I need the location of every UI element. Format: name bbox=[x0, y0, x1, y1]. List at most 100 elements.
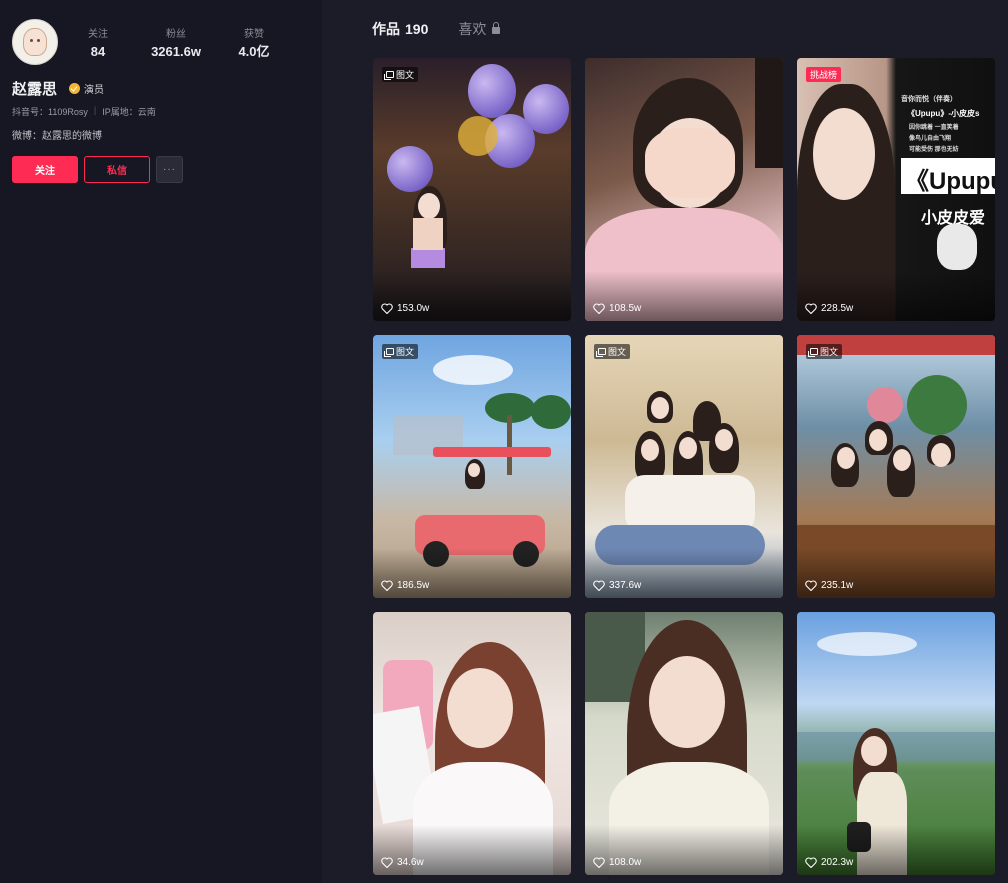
face-shape bbox=[447, 668, 513, 748]
face-shape bbox=[715, 429, 733, 451]
face-shape bbox=[679, 437, 697, 459]
weibo-link[interactable]: 微博：赵露思的微博 bbox=[12, 127, 102, 142]
hands-shape bbox=[645, 128, 735, 198]
post-card[interactable]: 图文 153.0w bbox=[373, 58, 571, 321]
gallery-icon bbox=[384, 348, 394, 357]
overlay-text: 可能受伤 那也无妨 bbox=[909, 147, 959, 153]
stat-label: 获赞 bbox=[244, 29, 264, 40]
tag-label: 图文 bbox=[820, 347, 839, 357]
tab-works[interactable]: 作品 190 bbox=[372, 19, 428, 39]
like-count: 108.5w bbox=[593, 303, 641, 314]
avatar[interactable] bbox=[12, 19, 58, 65]
heart-icon bbox=[381, 580, 393, 591]
plant-shape bbox=[907, 375, 967, 435]
stat-likes[interactable]: 获赞 4.0亿 bbox=[226, 29, 282, 61]
like-count: 337.6w bbox=[593, 580, 641, 591]
heart-icon bbox=[593, 857, 605, 868]
top-shape bbox=[411, 248, 445, 268]
balloon-shape bbox=[387, 146, 433, 192]
face-shape bbox=[649, 656, 725, 748]
window-shape bbox=[755, 58, 783, 168]
post-card[interactable]: 34.6w bbox=[373, 612, 571, 875]
challenge-tag: 挑战榜 bbox=[806, 67, 842, 82]
post-card[interactable]: 图文 337.6w bbox=[585, 335, 783, 598]
face-shape bbox=[641, 439, 659, 461]
heart-icon bbox=[805, 580, 817, 591]
face-shape bbox=[837, 447, 855, 469]
flower-shape bbox=[867, 387, 903, 423]
face-shape bbox=[893, 449, 911, 471]
tab-label: 作品 bbox=[372, 21, 400, 37]
gallery-icon bbox=[596, 348, 606, 357]
like-count-value: 202.3w bbox=[821, 857, 854, 868]
like-count-value: 108.0w bbox=[609, 857, 642, 868]
overlay-text: 《Upupu》-小皮皮s bbox=[907, 109, 980, 118]
heart-icon bbox=[805, 857, 817, 868]
like-count: 235.1w bbox=[805, 580, 853, 591]
tab-count: 190 bbox=[405, 21, 429, 37]
like-count: 108.0w bbox=[593, 857, 641, 868]
image-post-tag: 图文 bbox=[382, 344, 419, 359]
profile-page: 关注 84 粉丝 3261.6w 获赞 4.0亿 赵露思 演员 抖音号：1109… bbox=[0, 0, 1008, 883]
like-count-value: 186.5w bbox=[397, 580, 430, 591]
like-count: 186.5w bbox=[381, 580, 429, 591]
stat-followers[interactable]: 粉丝 3261.6w bbox=[126, 29, 226, 61]
gallery-icon bbox=[808, 348, 818, 357]
like-count: 34.6w bbox=[381, 857, 424, 868]
heart-icon bbox=[381, 857, 393, 868]
face-shape bbox=[869, 429, 887, 451]
heart-icon bbox=[593, 303, 605, 314]
verified-badge-icon bbox=[69, 83, 81, 94]
profile-stats: 关注 84 粉丝 3261.6w 获赞 4.0亿 bbox=[70, 29, 282, 61]
gallery-icon bbox=[384, 71, 394, 80]
lock-icon bbox=[492, 22, 501, 34]
divider: | bbox=[93, 105, 97, 115]
stat-following[interactable]: 关注 84 bbox=[70, 29, 126, 61]
message-button[interactable]: 私信 bbox=[84, 156, 150, 183]
chandelier-shape bbox=[458, 116, 498, 156]
post-card[interactable]: 108.0w bbox=[585, 612, 783, 875]
face-shape bbox=[931, 443, 951, 467]
face-shape bbox=[418, 193, 440, 219]
content-tabs: 作品 190 喜欢 bbox=[372, 19, 501, 39]
like-count-value: 337.6w bbox=[609, 580, 642, 591]
post-card[interactable]: 图文 235.1w bbox=[797, 335, 995, 598]
like-count: 202.3w bbox=[805, 857, 853, 868]
follow-button[interactable]: 关注 bbox=[12, 156, 78, 183]
heart-icon bbox=[593, 580, 605, 591]
id-row: 抖音号：1109Rosy | IP属地：云南 bbox=[12, 105, 156, 118]
overlay-text: 像鸟儿自由飞翔 bbox=[909, 136, 952, 142]
name-row: 赵露思 演员 bbox=[12, 78, 104, 99]
tab-likes[interactable]: 喜欢 bbox=[458, 19, 501, 39]
heart-icon bbox=[805, 303, 817, 314]
post-card[interactable]: 202.3w bbox=[797, 612, 995, 875]
cart-roof-shape bbox=[433, 447, 551, 457]
image-post-tag: 图文 bbox=[806, 344, 843, 359]
ip-location: IP属地：云南 bbox=[102, 107, 156, 117]
avatar-illustration bbox=[23, 28, 47, 56]
post-card[interactable]: 音你而悦（伴奏） 《Upupu》-小皮皮s 因你跳着 一直笑着 像鸟儿自由飞翔 … bbox=[797, 58, 995, 321]
stat-label: 粉丝 bbox=[166, 29, 186, 40]
like-count: 153.0w bbox=[381, 303, 429, 314]
meme-face-shape bbox=[937, 224, 977, 270]
overlay-text: 音你而悦（伴奏） bbox=[901, 96, 957, 103]
like-count-value: 34.6w bbox=[397, 857, 424, 868]
face-shape bbox=[468, 463, 480, 477]
more-options-button[interactable]: ··· bbox=[156, 156, 183, 183]
posts-panel: 作品 190 喜欢 图文 153.0w 108.5w 音你而悦（伴奏） 《Upu… bbox=[322, 0, 1008, 883]
tag-label: 图文 bbox=[396, 347, 415, 357]
image-post-tag: 图文 bbox=[594, 344, 631, 359]
post-card[interactable]: 108.5w bbox=[585, 58, 783, 321]
palm-trunk-shape bbox=[507, 415, 512, 475]
tag-label: 图文 bbox=[608, 347, 627, 357]
profile-sidebar: 关注 84 粉丝 3261.6w 获赞 4.0亿 赵露思 演员 抖音号：1109… bbox=[0, 0, 322, 883]
overlay-text: 因你跳着 一直笑着 bbox=[909, 125, 959, 131]
stat-label: 关注 bbox=[88, 29, 108, 40]
face-shape bbox=[861, 736, 887, 766]
post-card[interactable]: 图文 186.5w bbox=[373, 335, 571, 598]
like-count-value: 228.5w bbox=[821, 303, 854, 314]
douyin-id: 抖音号：1109Rosy bbox=[12, 107, 88, 117]
like-count-value: 235.1w bbox=[821, 580, 854, 591]
image-post-tag: 图文 bbox=[382, 67, 419, 82]
body-shape bbox=[413, 218, 443, 250]
